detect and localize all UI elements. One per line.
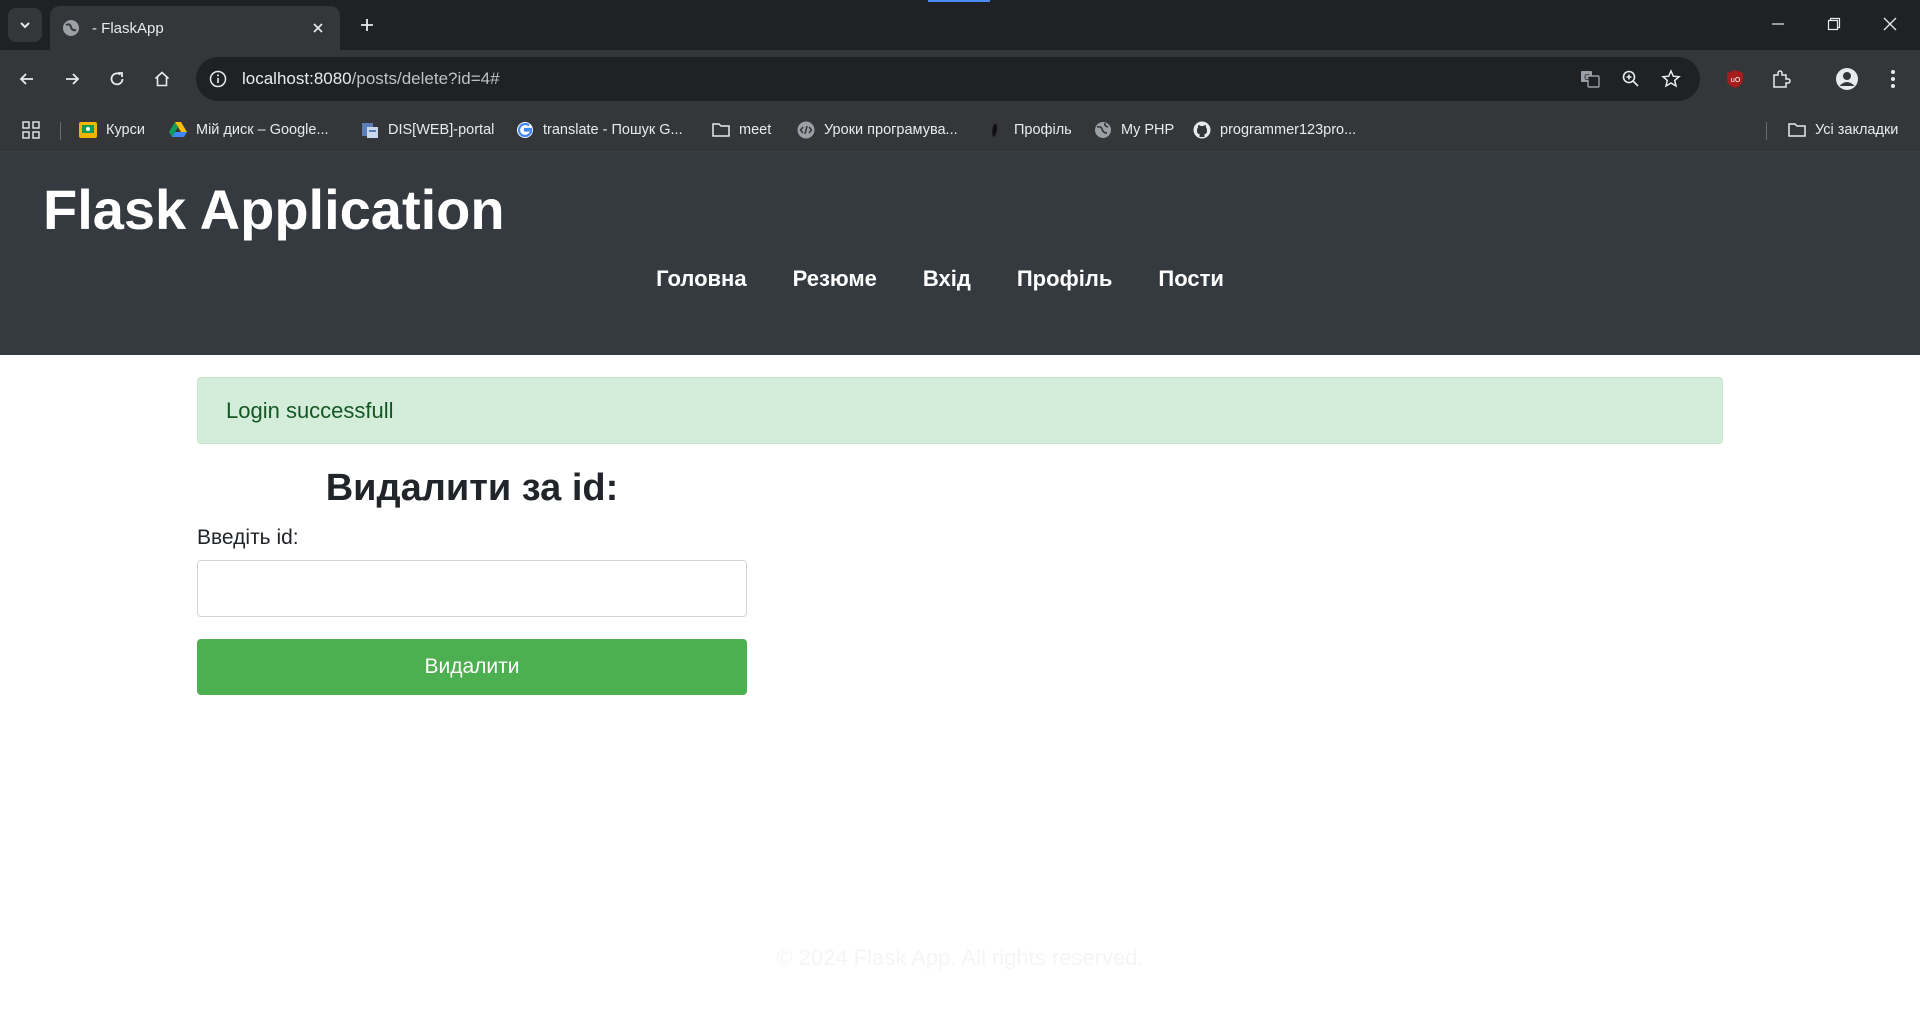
back-button[interactable] (10, 62, 44, 96)
reload-button[interactable] (100, 62, 134, 96)
bookmark-label: My PHP (1121, 122, 1175, 138)
chevron-down-icon (20, 22, 30, 29)
all-bookmarks-button[interactable]: Усі закладки (1788, 118, 1898, 142)
folder-icon (712, 121, 730, 139)
profile-avatar-icon[interactable] (1830, 62, 1864, 96)
url-host: localhost:8080 (242, 69, 352, 88)
form-title: Видалити за id: (325, 467, 619, 509)
bookmark-item[interactable]: DIS[WEB]-portal (361, 118, 494, 142)
new-tab-button[interactable] (352, 10, 382, 40)
bookmark-label: Профіль (1014, 122, 1072, 138)
minimize-icon (1772, 23, 1784, 25)
tab-title: - FlaskApp (92, 19, 164, 37)
nav-link-home[interactable]: Головна (656, 266, 746, 292)
reload-icon (110, 72, 124, 86)
bookmarks-divider (60, 122, 61, 140)
apps-grid-icon (22, 121, 40, 139)
bookmark-label: DIS[WEB]-portal (388, 122, 495, 138)
profile-icon (987, 121, 1005, 139)
arrow-left-icon (19, 73, 33, 85)
drive-icon (169, 121, 187, 139)
delete-post-form: Видалити за id: Введіть id: Видалити (197, 467, 747, 695)
svg-text:G: G (1584, 73, 1590, 82)
nav-link-profile[interactable]: Профіль (1017, 266, 1113, 292)
success-alert: Login successfull (197, 377, 1723, 444)
delete-button[interactable]: Видалити (197, 639, 747, 695)
code-icon (797, 121, 815, 139)
svg-text:uO: uO (1731, 76, 1741, 84)
address-bar[interactable]: localhost:8080/posts/delete?id=4# G (196, 57, 1700, 101)
bookmark-label: Курси (106, 122, 145, 138)
bookmark-item[interactable]: meet (712, 118, 771, 142)
bookmarks-divider (1766, 122, 1767, 140)
bookmark-item[interactable]: programmer123pro... (1193, 118, 1356, 142)
apps-button[interactable] (22, 118, 49, 142)
restore-button[interactable] (1806, 0, 1862, 48)
web-page: Flask Application Головна Резюме Вхід Пр… (0, 152, 1920, 1030)
site-nav: Головна Резюме Вхід Профіль Пости (0, 266, 1920, 292)
forward-button[interactable] (55, 62, 89, 96)
site-info-icon[interactable] (206, 67, 230, 91)
bookmarks-bar: Курси Мій диск – Google... DIS[WEB]-port… (0, 108, 1920, 152)
arrow-right-icon (66, 73, 80, 85)
restore-icon (1827, 17, 1841, 31)
browser-menu-icon[interactable] (1876, 62, 1910, 96)
footer-text: © 2024 Flask App. All rights reserved. (776, 945, 1144, 970)
browser-tab-active[interactable]: - FlaskApp (50, 6, 340, 50)
bookmark-star-icon[interactable] (1659, 67, 1683, 91)
bookmark-label: translate - Пошук G... (543, 122, 683, 138)
google-icon (516, 121, 534, 139)
classroom-icon (79, 121, 97, 139)
bookmark-item[interactable]: Уроки програмува... (797, 118, 958, 142)
translate-icon[interactable]: G (1578, 67, 1602, 91)
id-input[interactable] (197, 560, 747, 617)
all-bookmarks-label: Усі закладки (1815, 122, 1899, 138)
bookmark-label: Мій диск – Google... (196, 122, 329, 138)
nav-link-login[interactable]: Вхід (923, 266, 971, 292)
minimize-button[interactable] (1750, 0, 1806, 48)
browser-toolbar: localhost:8080/posts/delete?id=4# G uO (0, 50, 1920, 108)
portal-icon (361, 121, 379, 139)
site-header: Flask Application Головна Резюме Вхід Пр… (0, 152, 1920, 355)
bookmark-item[interactable]: Курси (79, 118, 145, 142)
ublock-extension-icon[interactable]: uO (1718, 62, 1752, 96)
tab-close-icon[interactable] (308, 18, 328, 38)
globe-icon (1094, 121, 1112, 139)
home-icon (154, 71, 170, 87)
bookmark-item[interactable]: My PHP (1094, 118, 1174, 142)
close-icon (1883, 17, 1897, 31)
plus-icon (361, 19, 373, 31)
globe-icon (63, 20, 79, 36)
browser-tab-bar: - FlaskApp (0, 0, 1920, 50)
bookmark-label: meet (739, 122, 772, 138)
zoom-icon[interactable] (1619, 67, 1643, 91)
site-title: Flask Application (43, 178, 505, 241)
bookmark-item[interactable]: Профіль (987, 118, 1072, 142)
bookmark-label: Уроки програмува... (824, 122, 958, 138)
tab-search-button[interactable] (8, 8, 42, 42)
tab-indicator (928, 0, 990, 2)
id-field-label: Введіть id: (197, 526, 299, 549)
extensions-icon[interactable] (1764, 62, 1798, 96)
github-icon (1193, 121, 1211, 139)
url-text: localhost:8080/posts/delete?id=4# (242, 69, 500, 89)
folder-icon (1788, 121, 1806, 139)
bookmark-item[interactable]: translate - Пошук G... (516, 118, 683, 142)
home-button[interactable] (145, 62, 179, 96)
url-path: /posts/delete?id=4# (351, 69, 500, 88)
nav-link-posts[interactable]: Пости (1158, 266, 1224, 292)
bookmark-item[interactable]: Мій диск – Google... (169, 118, 329, 142)
close-window-button[interactable] (1862, 0, 1918, 48)
bookmark-label: programmer123pro... (1220, 122, 1357, 138)
nav-link-resume[interactable]: Резюме (793, 266, 877, 292)
